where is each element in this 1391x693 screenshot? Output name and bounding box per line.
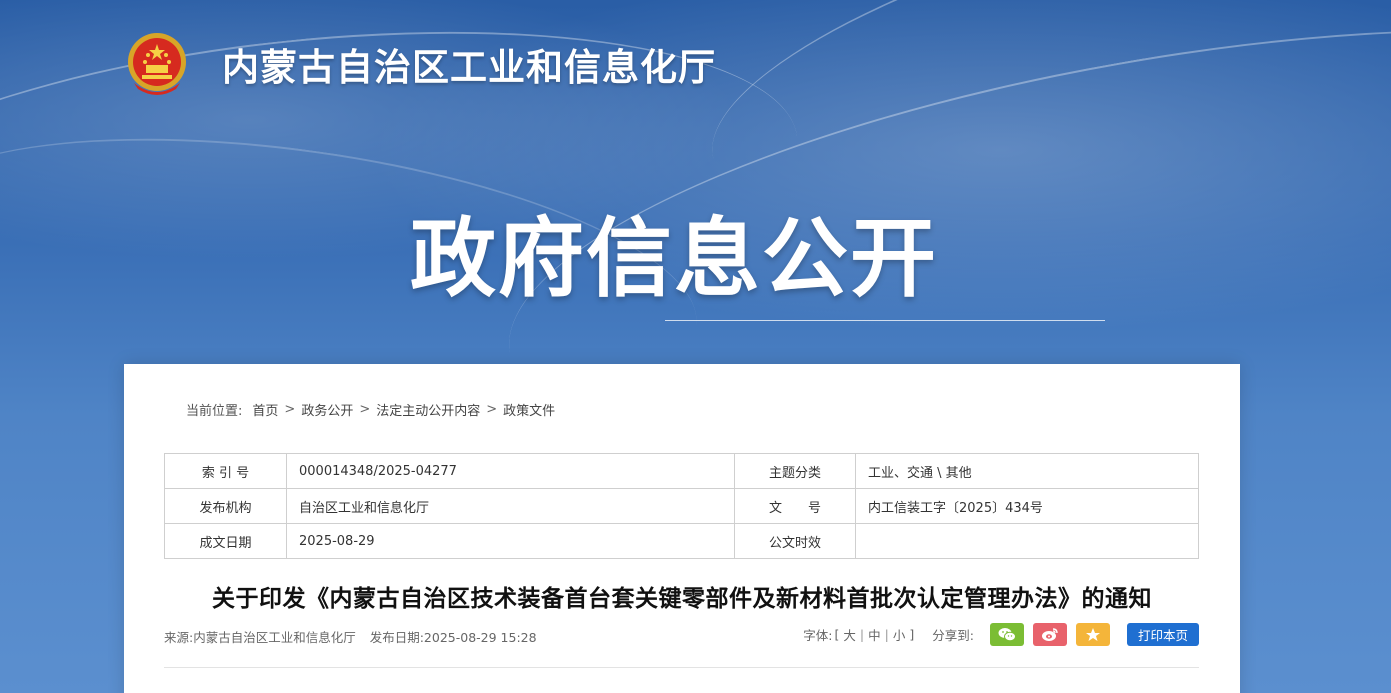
breadcrumb-separator: >: [284, 402, 296, 417]
topic-category-value: 工业、交通 \ 其他: [855, 453, 1199, 489]
font-size-label: 字体:: [803, 628, 833, 643]
breadcrumb-separator: >: [486, 402, 498, 417]
breadcrumb-label: 当前位置:: [186, 404, 243, 419]
document-number-value: 内工信装工字〔2025〕434号: [855, 488, 1199, 524]
document-metadata-table: 索 引 号 000014348/2025-04277 主题分类 工业、交通 \ …: [164, 453, 1199, 559]
font-size-bracket: ]: [909, 627, 915, 642]
font-size-large[interactable]: 大: [839, 625, 860, 644]
written-date-label: 成文日期: [164, 523, 287, 559]
share-wechat-button[interactable]: [989, 623, 1024, 646]
share-label: 分享到:: [932, 628, 974, 643]
article-title: 关于印发《内蒙古自治区技术装备首台套关键零部件及新材料首批次认定管理办法》的通知: [212, 586, 1152, 612]
breadcrumb-item-gov-affairs[interactable]: 政务公开: [301, 400, 353, 419]
content-panel: 当前位置: 首页 > 政务公开 > 法定主动公开内容 > 政策文件 索 引 号 …: [124, 364, 1240, 693]
font-size-medium[interactable]: 中: [864, 625, 885, 644]
document-number-label: 文 号: [734, 488, 856, 524]
print-page-button[interactable]: 打印本页: [1126, 623, 1199, 646]
index-number-label: 索 引 号: [164, 453, 287, 489]
wechat-icon: [998, 628, 1016, 642]
hero-title: 政府信息公开: [410, 209, 938, 309]
breadcrumb-item-policy-docs[interactable]: 政策文件: [503, 400, 555, 419]
weibo-icon: [1041, 628, 1058, 641]
site-header: 内蒙古自治区工业和信息化厅: [126, 28, 716, 100]
issuing-agency-value: 自治区工业和信息化厅: [286, 488, 735, 524]
validity-label: 公文时效: [734, 523, 856, 559]
topic-category-label: 主题分类: [734, 453, 856, 489]
issuing-agency-label: 发布机构: [164, 488, 287, 524]
hero-divider: [665, 320, 1105, 321]
validity-value: [855, 523, 1199, 559]
site-title[interactable]: 内蒙古自治区工业和信息化厅: [222, 37, 716, 91]
article-publish-date: 发布日期:2025-08-29 15:28: [369, 630, 537, 645]
breadcrumb-item-statutory-content[interactable]: 法定主动公开内容: [376, 400, 480, 419]
table-row: 索 引 号 000014348/2025-04277 主题分类 工业、交通 \ …: [164, 453, 1199, 489]
font-size-small[interactable]: 小: [889, 625, 910, 644]
favorite-star-icon: [1085, 628, 1100, 641]
favorite-button[interactable]: [1075, 623, 1110, 646]
breadcrumb: 当前位置: 首页 > 政务公开 > 法定主动公开内容 > 政策文件: [186, 400, 555, 419]
index-number-value: 000014348/2025-04277: [286, 453, 735, 489]
article-source: 来源:内蒙古自治区工业和信息化厅: [164, 630, 356, 645]
breadcrumb-separator: >: [359, 402, 371, 417]
content-divider: [164, 667, 1199, 668]
national-emblem-icon[interactable]: [126, 31, 188, 97]
share-weibo-button[interactable]: [1032, 623, 1067, 646]
article-tools: 字体: [ 大 | 中 | 小 ] 分享到: 打印本页: [803, 623, 1199, 646]
written-date-value: 2025-08-29: [286, 523, 735, 559]
article-info: 来源:内蒙古自治区工业和信息化厅 发布日期:2025-08-29 15:28: [164, 627, 537, 646]
table-row: 发布机构 自治区工业和信息化厅 文 号 内工信装工字〔2025〕434号: [164, 488, 1199, 524]
breadcrumb-item-home[interactable]: 首页: [252, 400, 278, 419]
table-row: 成文日期 2025-08-29 公文时效: [164, 523, 1199, 559]
